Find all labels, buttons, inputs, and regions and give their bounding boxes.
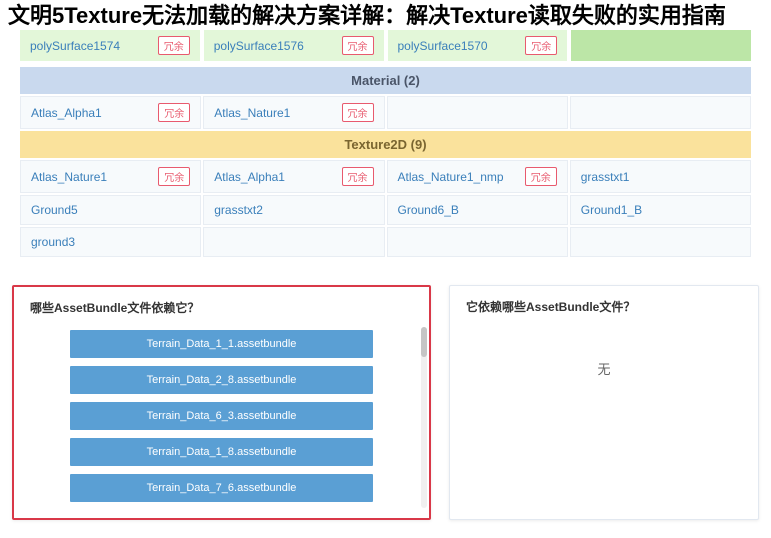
bundle-button[interactable]: Terrain_Data_1_8.assetbundle	[70, 438, 373, 466]
texture-cell[interactable]: Ground1_B	[570, 195, 751, 225]
texture-cell-empty	[570, 227, 751, 257]
texture-name: ground3	[31, 235, 75, 249]
material-header: Material (2)	[20, 67, 751, 94]
texture-cell-empty	[387, 227, 568, 257]
scrollbar-thumb[interactable]	[421, 327, 427, 357]
material-name: Atlas_Nature1	[214, 106, 290, 120]
bundle-button[interactable]: Terrain_Data_6_3.assetbundle	[70, 402, 373, 430]
poly-name: polySurface1576	[214, 39, 304, 53]
material-cell[interactable]: Atlas_Alpha1 冗余	[20, 96, 201, 129]
bundle-button[interactable]: Terrain_Data_7_6.assetbundle	[70, 474, 373, 502]
texture-cell[interactable]: Ground5	[20, 195, 201, 225]
bundle-button[interactable]: Terrain_Data_2_8.assetbundle	[70, 366, 373, 394]
texture-cell[interactable]: grasstxt1	[570, 160, 751, 193]
page-title: 文明5Texture无法加载的解决方案详解：解决Texture读取失败的实用指南	[0, 0, 734, 33]
bundle-button[interactable]: Terrain_Data_1_1.assetbundle	[70, 330, 373, 358]
poly-cell[interactable]: polySurface1576 冗余	[204, 30, 384, 61]
redundant-badge: 冗余	[525, 36, 557, 55]
poly-cell[interactable]: polySurface1574 冗余	[20, 30, 200, 61]
texture-name: Ground1_B	[581, 203, 642, 217]
redundant-badge: 冗余	[342, 36, 374, 55]
texture-cell[interactable]: grasstxt2	[203, 195, 384, 225]
material-name: Atlas_Alpha1	[31, 106, 102, 120]
texture-name: Ground5	[31, 203, 78, 217]
texture-cell[interactable]: Ground6_B	[387, 195, 568, 225]
texture-name: Atlas_Nature1_nmp	[398, 170, 504, 184]
dependents-panel: 哪些AssetBundle文件依赖它？ Terrain_Data_1_1.ass…	[12, 285, 431, 520]
texture-row: Atlas_Nature1 冗余 Atlas_Alpha1 冗余 Atlas_N…	[20, 160, 751, 193]
content-area: polySurface1574 冗余 polySurface1576 冗余 po…	[0, 0, 771, 257]
dependencies-panel: 它依赖哪些AssetBundle文件？ 无	[449, 285, 759, 520]
texture-name: grasstxt2	[214, 203, 263, 217]
redundant-badge: 冗余	[525, 167, 557, 186]
poly-row: polySurface1574 冗余 polySurface1576 冗余 po…	[20, 30, 751, 61]
redundant-badge: 冗余	[342, 103, 374, 122]
texture-cell[interactable]: Atlas_Nature1_nmp 冗余	[387, 160, 568, 193]
texture-row: ground3	[20, 227, 751, 257]
redundant-badge: 冗余	[342, 167, 374, 186]
texture-cell[interactable]: Atlas_Nature1 冗余	[20, 160, 201, 193]
scrollbar[interactable]	[421, 327, 427, 508]
texture-name: Atlas_Nature1	[31, 170, 107, 184]
texture-cell-empty	[203, 227, 384, 257]
texture-cell[interactable]: ground3	[20, 227, 201, 257]
material-cell[interactable]: Atlas_Nature1 冗余	[203, 96, 384, 129]
texture-name: Ground6_B	[398, 203, 459, 217]
none-text: 无	[466, 329, 742, 408]
texture-name: Atlas_Alpha1	[214, 170, 285, 184]
poly-name: polySurface1570	[398, 39, 488, 53]
redundant-badge: 冗余	[158, 36, 190, 55]
dependencies-title: 它依赖哪些AssetBundle文件？	[466, 298, 742, 315]
texture-cell[interactable]: Atlas_Alpha1 冗余	[203, 160, 384, 193]
redundant-badge: 冗余	[158, 167, 190, 186]
poly-cell[interactable]: polySurface1570 冗余	[388, 30, 568, 61]
texture-name: grasstxt1	[581, 170, 630, 184]
texture-header: Texture2D (9)	[20, 131, 751, 158]
redundant-badge: 冗余	[158, 103, 190, 122]
texture-row: Ground5 grasstxt2 Ground6_B Ground1_B	[20, 195, 751, 225]
dependents-title: 哪些AssetBundle文件依赖它？	[30, 299, 413, 316]
material-cell-empty	[570, 96, 751, 129]
poly-cell-empty	[571, 30, 751, 61]
material-cell-empty	[387, 96, 568, 129]
poly-name: polySurface1574	[30, 39, 120, 53]
material-row: Atlas_Alpha1 冗余 Atlas_Nature1 冗余	[20, 96, 751, 129]
bundle-list: Terrain_Data_1_1.assetbundle Terrain_Dat…	[30, 330, 413, 502]
panels-row: 哪些AssetBundle文件依赖它？ Terrain_Data_1_1.ass…	[0, 267, 771, 538]
